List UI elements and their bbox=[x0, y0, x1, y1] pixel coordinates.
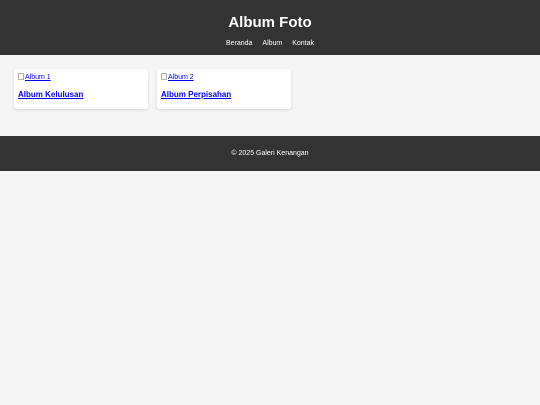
album-thumbnail-alt: Album 2 bbox=[168, 74, 194, 81]
album-thumbnail-alt: Album 1 bbox=[25, 74, 51, 81]
site-header: Album Foto Beranda Album Kontak bbox=[0, 0, 540, 55]
nav-link-kontak[interactable]: Kontak bbox=[292, 40, 314, 47]
site-footer: © 2025 Galeri Kenangan bbox=[0, 136, 540, 171]
footer-copyright: © 2025 Galeri Kenangan bbox=[231, 150, 309, 157]
album-card: Album 2 Album Perpisahan bbox=[157, 69, 291, 109]
nav-link-beranda[interactable]: Beranda bbox=[226, 40, 252, 47]
main-nav: Beranda Album Kontak bbox=[0, 39, 540, 48]
album-title: Album Kelulusan bbox=[18, 90, 144, 100]
album-title-link[interactable]: Album Kelulusan bbox=[18, 90, 83, 99]
broken-image-icon bbox=[161, 73, 167, 80]
album-thumbnail-link[interactable]: Album 1 bbox=[18, 73, 144, 82]
site-title: Album Foto bbox=[228, 14, 312, 31]
album-grid: Album 1 Album Kelulusan Album 2 Album Pe… bbox=[14, 69, 526, 109]
nav-link-album[interactable]: Album bbox=[262, 40, 282, 47]
album-title: Album Perpisahan bbox=[161, 90, 287, 100]
main-content: Album 1 Album Kelulusan Album 2 Album Pe… bbox=[0, 55, 540, 136]
broken-image-icon bbox=[18, 73, 24, 80]
album-thumbnail-link[interactable]: Album 2 bbox=[161, 73, 287, 82]
album-title-link[interactable]: Album Perpisahan bbox=[161, 90, 231, 99]
album-card: Album 1 Album Kelulusan bbox=[14, 69, 148, 109]
